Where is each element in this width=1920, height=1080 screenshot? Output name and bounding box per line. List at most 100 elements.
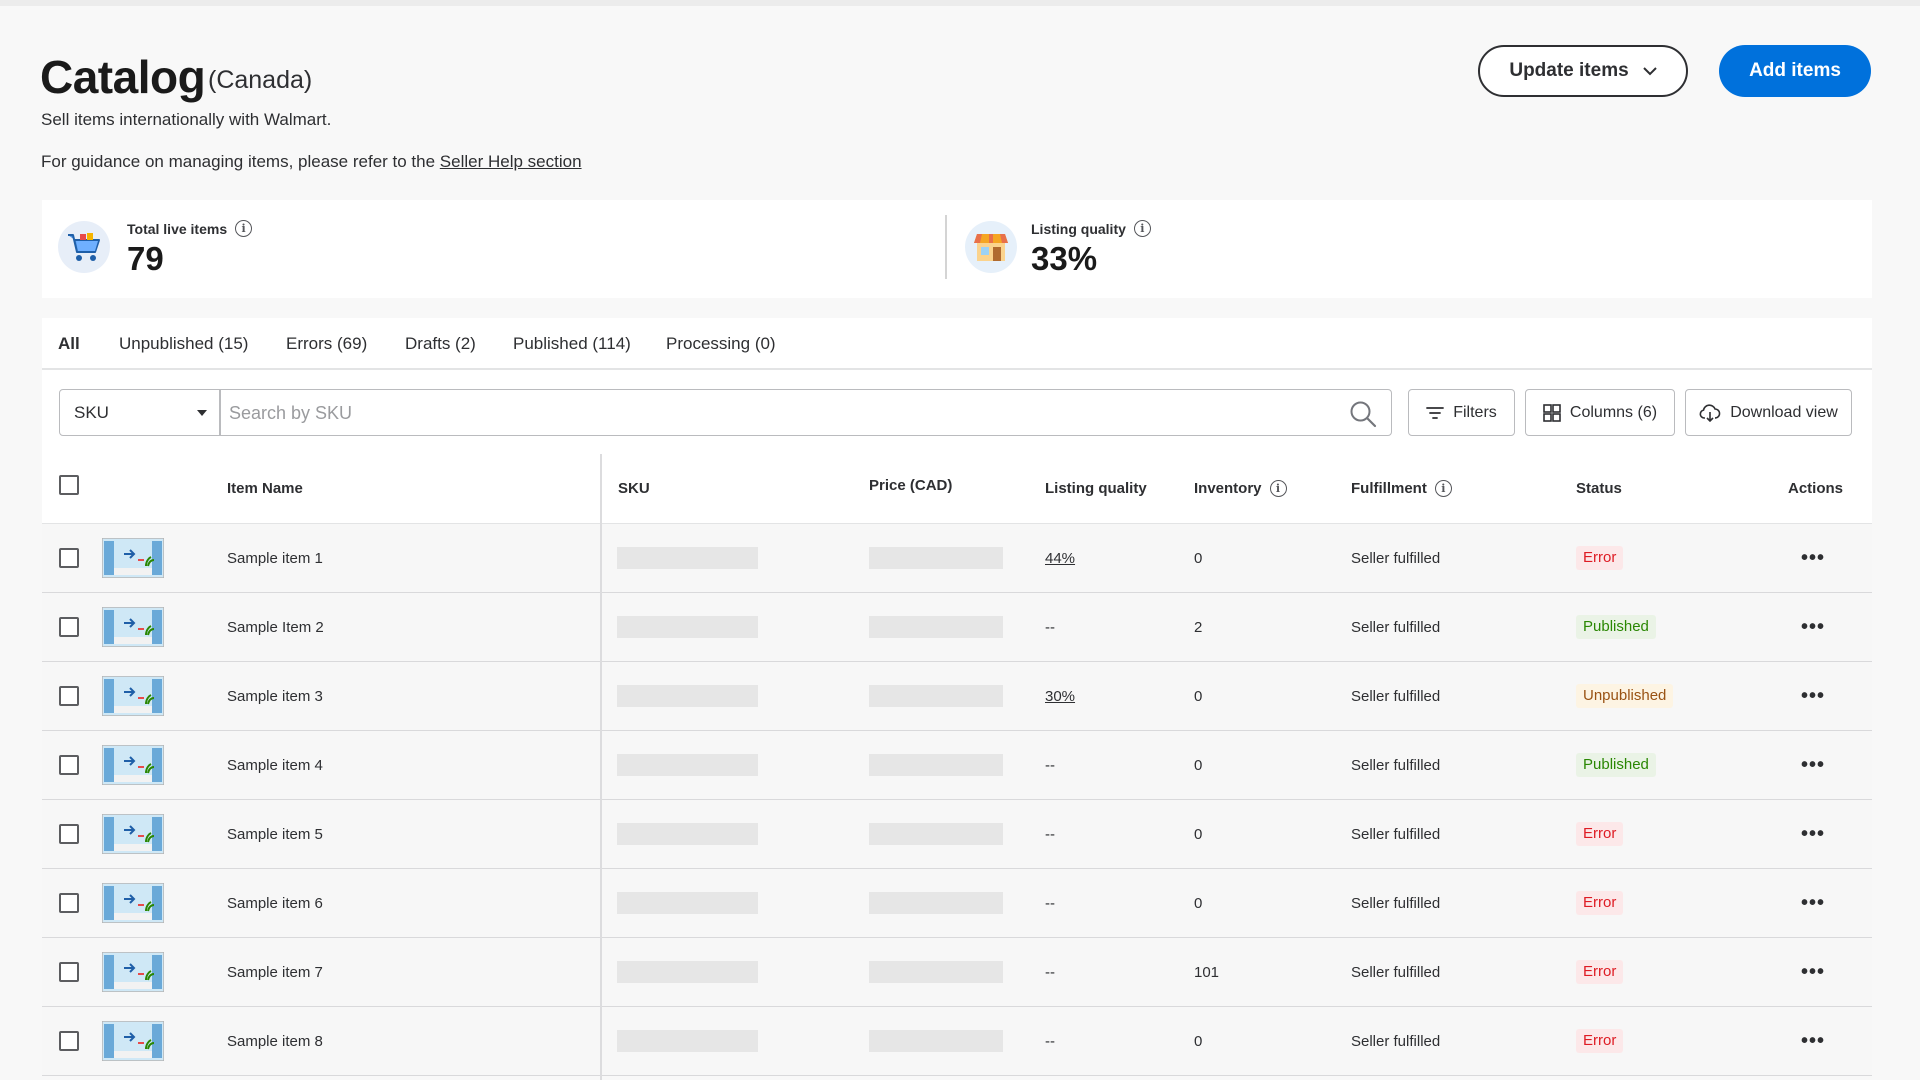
item-thumbnail-image[interactable] bbox=[102, 745, 164, 785]
status-badge: Published bbox=[1576, 615, 1656, 639]
item-name[interactable]: Sample item 6 bbox=[227, 869, 323, 937]
fulfillment-value: Seller fulfilled bbox=[1351, 963, 1441, 981]
top-border bbox=[0, 0, 1920, 6]
more-actions-icon[interactable]: ••• bbox=[1801, 824, 1825, 844]
stats-divider bbox=[945, 215, 947, 279]
seller-help-link[interactable]: Seller Help section bbox=[440, 152, 582, 171]
select-all-checkbox[interactable] bbox=[59, 474, 79, 495]
item-thumbnail-image[interactable] bbox=[102, 952, 164, 992]
more-actions-icon[interactable]: ••• bbox=[1801, 617, 1825, 637]
actions-cell: ••• bbox=[1801, 662, 1825, 730]
shopping-cart-icon bbox=[58, 221, 110, 273]
item-name[interactable]: Sample item 7 bbox=[227, 938, 323, 1006]
item-name[interactable]: Sample item 5 bbox=[227, 800, 323, 868]
sku-placeholder bbox=[617, 961, 758, 983]
more-actions-icon[interactable]: ••• bbox=[1801, 548, 1825, 568]
item-thumbnail-image[interactable] bbox=[102, 607, 164, 647]
add-items-button[interactable]: Add items bbox=[1719, 45, 1871, 97]
tab-processing[interactable]: Processing (0) bbox=[666, 334, 776, 354]
cloud-download-icon bbox=[1699, 403, 1721, 422]
info-icon[interactable]: i bbox=[1434, 480, 1452, 497]
tab-errors[interactable]: Errors (69) bbox=[286, 334, 367, 354]
filters-button[interactable]: Filters bbox=[1408, 389, 1515, 436]
more-actions-icon[interactable]: ••• bbox=[1801, 755, 1825, 775]
item-name[interactable]: Sample item 4 bbox=[227, 731, 323, 799]
row-checkbox[interactable] bbox=[59, 755, 79, 775]
sku-placeholder bbox=[617, 547, 758, 569]
tab-all[interactable]: All bbox=[58, 334, 80, 354]
tab-published[interactable]: Published (114) bbox=[513, 334, 631, 354]
header-item-name[interactable]: Item Name bbox=[227, 454, 303, 523]
header-sku[interactable]: SKU bbox=[618, 454, 650, 523]
row-checkbox[interactable] bbox=[59, 686, 79, 706]
item-thumbnail-cell bbox=[102, 869, 164, 937]
table-toolbar: SKU Filters Columns (6) Download view bbox=[42, 370, 1872, 454]
header-status[interactable]: Status bbox=[1576, 454, 1622, 523]
header-inventory-label[interactable]: Inventory bbox=[1194, 480, 1262, 497]
more-actions-icon[interactable]: ••• bbox=[1801, 1031, 1825, 1051]
status-badge: Error bbox=[1576, 891, 1624, 915]
info-icon[interactable]: i bbox=[1269, 480, 1287, 497]
actions-cell: ••• bbox=[1801, 800, 1825, 868]
info-icon[interactable]: i bbox=[235, 220, 253, 237]
search-icon[interactable] bbox=[1349, 400, 1377, 428]
price-cell bbox=[869, 662, 1003, 730]
more-actions-icon[interactable]: ••• bbox=[1801, 686, 1825, 706]
price-placeholder bbox=[869, 892, 1003, 914]
table-row: Sample item 7 -- 101 Seller fulfilled Er… bbox=[42, 938, 1872, 1007]
item-thumbnail-image[interactable] bbox=[102, 883, 164, 923]
table-row: Sample item 8 -- 0 Seller fulfilled Erro… bbox=[42, 1007, 1872, 1076]
listing-quality-text: Listing quality bbox=[1031, 220, 1126, 237]
tab-drafts[interactable]: Drafts (2) bbox=[405, 334, 476, 354]
select-all-cell bbox=[59, 454, 79, 523]
download-view-button[interactable]: Download view bbox=[1685, 389, 1852, 436]
item-thumbnail-image[interactable] bbox=[102, 814, 164, 854]
listing-quality-value: 33% bbox=[1031, 240, 1098, 277]
status-cell: Unpublished bbox=[1576, 662, 1674, 730]
item-thumbnail-cell bbox=[102, 731, 164, 799]
status-tabs: All Unpublished (15) Errors (69) Drafts … bbox=[42, 318, 1872, 370]
row-checkbox[interactable] bbox=[59, 824, 79, 844]
item-name[interactable]: Sample item 3 bbox=[227, 662, 323, 730]
listing-quality-cell: -- bbox=[1045, 869, 1055, 937]
listing-quality-value[interactable]: 44% bbox=[1045, 550, 1075, 567]
update-items-button[interactable]: Update items bbox=[1478, 45, 1688, 97]
table-row: Sample Item 2 -- 2 Seller fulfilled Publ… bbox=[42, 593, 1872, 662]
listing-quality-cell: -- bbox=[1045, 1007, 1055, 1075]
row-checkbox[interactable] bbox=[59, 1031, 79, 1051]
columns-button[interactable]: Columns (6) bbox=[1525, 389, 1675, 436]
status-badge: Published bbox=[1576, 753, 1656, 777]
item-thumbnail-image[interactable] bbox=[102, 538, 164, 578]
item-thumbnail-image[interactable] bbox=[102, 676, 164, 716]
table-row: Sample item 3 30% 0 Seller fulfilled Unp… bbox=[42, 662, 1872, 731]
item-thumbnail-cell bbox=[102, 524, 164, 592]
more-actions-icon[interactable]: ••• bbox=[1801, 962, 1825, 982]
page-subtitle: Sell items internationally with Walmart. bbox=[41, 110, 332, 129]
row-select-cell bbox=[59, 938, 79, 1006]
more-actions-icon[interactable]: ••• bbox=[1801, 893, 1825, 913]
info-icon[interactable]: i bbox=[1133, 220, 1151, 237]
item-name[interactable]: Sample item 8 bbox=[227, 1007, 323, 1075]
header-listing-quality[interactable]: Listing quality bbox=[1045, 454, 1147, 523]
row-select-cell bbox=[59, 524, 79, 592]
row-checkbox[interactable] bbox=[59, 548, 79, 568]
search-input[interactable] bbox=[229, 398, 1329, 428]
listing-quality-value[interactable]: 30% bbox=[1045, 688, 1075, 705]
status-badge: Error bbox=[1576, 960, 1624, 984]
header-fulfillment-label[interactable]: Fulfillment bbox=[1351, 480, 1427, 497]
row-select-cell bbox=[59, 731, 79, 799]
row-checkbox[interactable] bbox=[59, 893, 79, 913]
item-thumbnail-image[interactable] bbox=[102, 1021, 164, 1061]
item-name[interactable]: Sample item 1 bbox=[227, 524, 323, 592]
fulfillment-value: Seller fulfilled bbox=[1351, 1032, 1441, 1050]
price-placeholder bbox=[869, 823, 1003, 845]
sku-cell bbox=[617, 662, 758, 730]
row-checkbox[interactable] bbox=[59, 962, 79, 982]
item-name[interactable]: Sample Item 2 bbox=[227, 593, 324, 661]
fulfillment-value: Seller fulfilled bbox=[1351, 687, 1441, 705]
header-price[interactable]: Price (CAD) bbox=[869, 451, 952, 520]
row-select-cell bbox=[59, 593, 79, 661]
search-field-select[interactable]: SKU bbox=[59, 389, 220, 436]
row-checkbox[interactable] bbox=[59, 617, 79, 637]
tab-unpublished[interactable]: Unpublished (15) bbox=[119, 334, 248, 354]
